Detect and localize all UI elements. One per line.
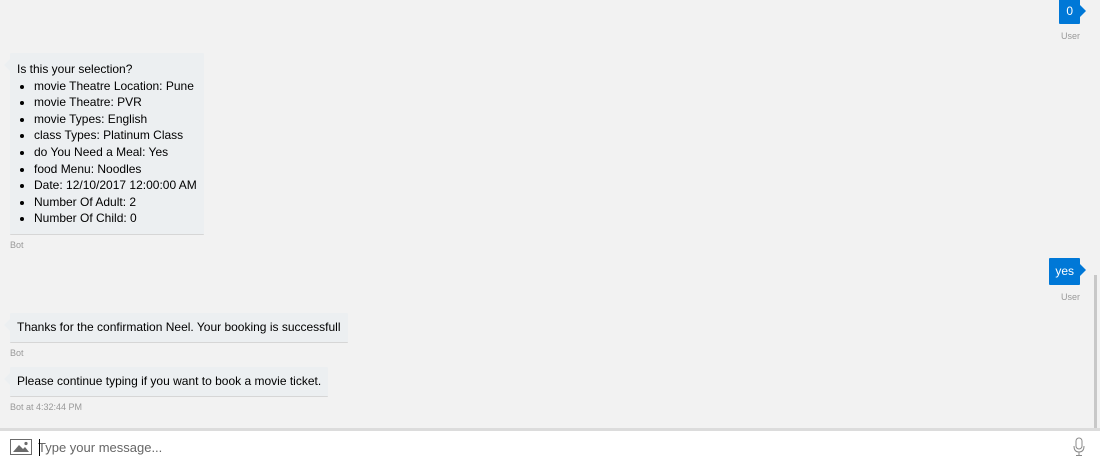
bot-message-bubble: Is this your selection? movie Theatre Lo… <box>4 53 204 235</box>
bot-message: Is this your selection? movie Theatre Lo… <box>4 53 204 250</box>
list-item: class Types: Platinum Class <box>34 127 197 144</box>
chat-window: 0 User Is this your selection? movie The… <box>0 0 1100 459</box>
microphone-icon[interactable] <box>1072 437 1086 457</box>
image-icon[interactable] <box>10 439 32 455</box>
user-message-bubble: 0 <box>1059 0 1086 24</box>
message-sender-caption: Bot <box>10 347 24 358</box>
message-history[interactable]: 0 User Is this your selection? movie The… <box>0 0 1097 428</box>
message-timestamp-caption: Bot at 4:32:44 PM <box>10 401 83 412</box>
list-item: food Menu: Noodles <box>34 161 197 178</box>
bot-message-text: Please continue typing if you want to bo… <box>17 374 322 388</box>
text-cursor <box>39 439 40 456</box>
list-item: Date: 12/10/2017 12:00:00 AM <box>34 177 197 194</box>
scrollbar[interactable] <box>1094 275 1097 428</box>
bot-message-bubble: Thanks for the confirmation Neel. Your b… <box>4 313 348 343</box>
list-item: Number Of Child: 0 <box>34 210 197 227</box>
bot-message: Thanks for the confirmation Neel. Your b… <box>4 313 348 358</box>
list-item: Number Of Adult: 2 <box>34 194 197 211</box>
list-item: do You Need a Meal: Yes <box>34 144 197 161</box>
user-message-text: yes <box>1055 264 1074 278</box>
bot-message-text: Thanks for the confirmation Neel. Your b… <box>17 320 341 334</box>
bot-message-bubble: Please continue typing if you want to bo… <box>3 367 329 397</box>
list-item: movie Types: English <box>34 111 197 128</box>
user-message-bubble: yes <box>1049 258 1086 285</box>
message-compose-bar <box>0 428 1100 459</box>
message-sender-caption: User <box>1060 292 1080 302</box>
message-input[interactable] <box>38 437 1038 457</box>
selection-list: movie Theatre Location: Pune movie Theat… <box>17 78 197 227</box>
selection-heading: Is this your selection? <box>17 62 133 76</box>
list-item: movie Theatre: PVR <box>34 94 197 111</box>
user-message: 0 User <box>1059 0 1086 41</box>
user-message: yes User <box>1049 258 1086 302</box>
message-sender-caption: User <box>1060 31 1080 41</box>
user-message-text: 0 <box>1066 4 1073 18</box>
bot-message: Please continue typing if you want to bo… <box>3 367 329 412</box>
message-sender-caption: Bot <box>10 239 24 250</box>
list-item: movie Theatre Location: Pune <box>34 78 197 95</box>
